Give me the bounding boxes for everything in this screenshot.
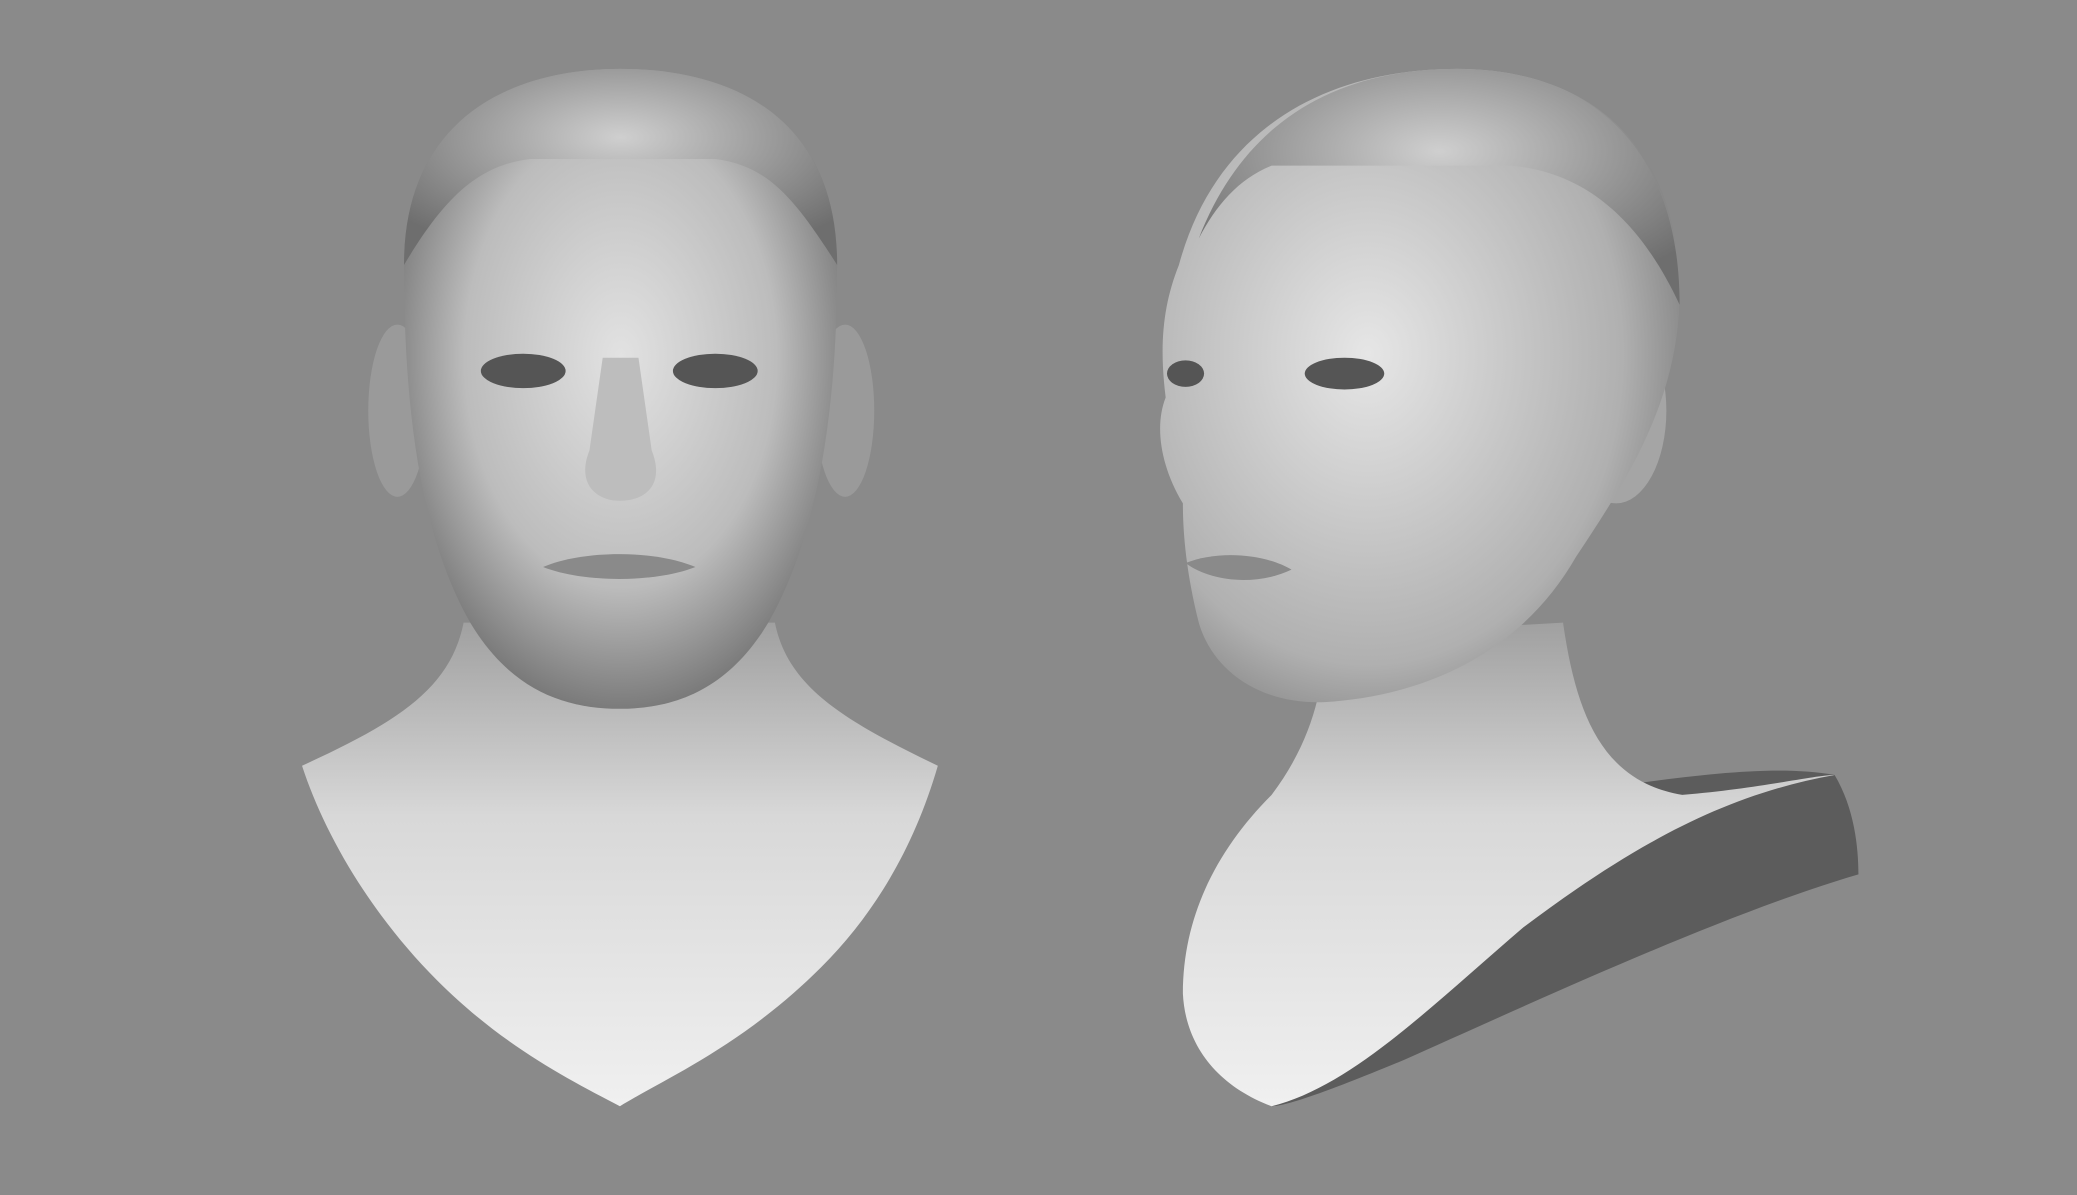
side-eye-far xyxy=(1166,360,1205,387)
front-eye-right xyxy=(672,353,758,389)
side-eye-near xyxy=(1304,357,1385,390)
front-eye-left xyxy=(480,353,566,389)
background xyxy=(0,0,2077,1195)
render-viewport xyxy=(0,0,2077,1195)
